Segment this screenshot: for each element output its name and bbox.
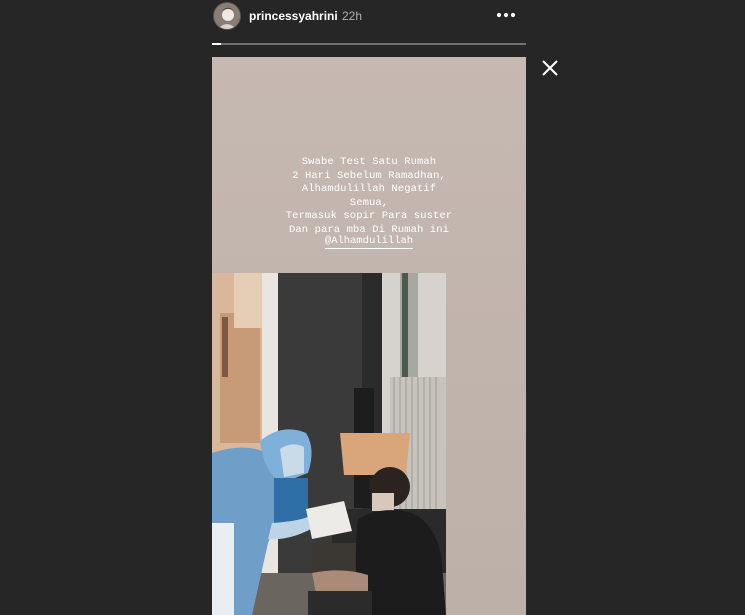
close-icon (542, 60, 558, 76)
story-photo (212, 273, 446, 615)
story-header: princessyahrini 22h (212, 0, 526, 34)
story-caption: Swabe Test Satu Rumah 2 Hari Sebelum Ram… (285, 156, 453, 236)
mention-text[interactable]: @Alhamdulillah (324, 235, 414, 249)
story-content[interactable]: Swabe Test Satu Rumah 2 Hari Sebelum Ram… (212, 57, 526, 615)
timestamp: 22h (342, 9, 363, 23)
mention-link[interactable]: @Alhamdulillah (212, 235, 526, 249)
more-options-button[interactable] (494, 6, 518, 24)
story-viewer: princessyahrini 22h Swabe Test Satu Ruma… (0, 0, 745, 615)
more-horizontal-icon (496, 12, 516, 18)
story-progress-bar (212, 43, 526, 45)
close-button[interactable] (540, 58, 560, 78)
avatar[interactable] (213, 2, 241, 30)
story-progress-fill (212, 43, 222, 45)
username[interactable]: princessyahrini (249, 9, 338, 23)
